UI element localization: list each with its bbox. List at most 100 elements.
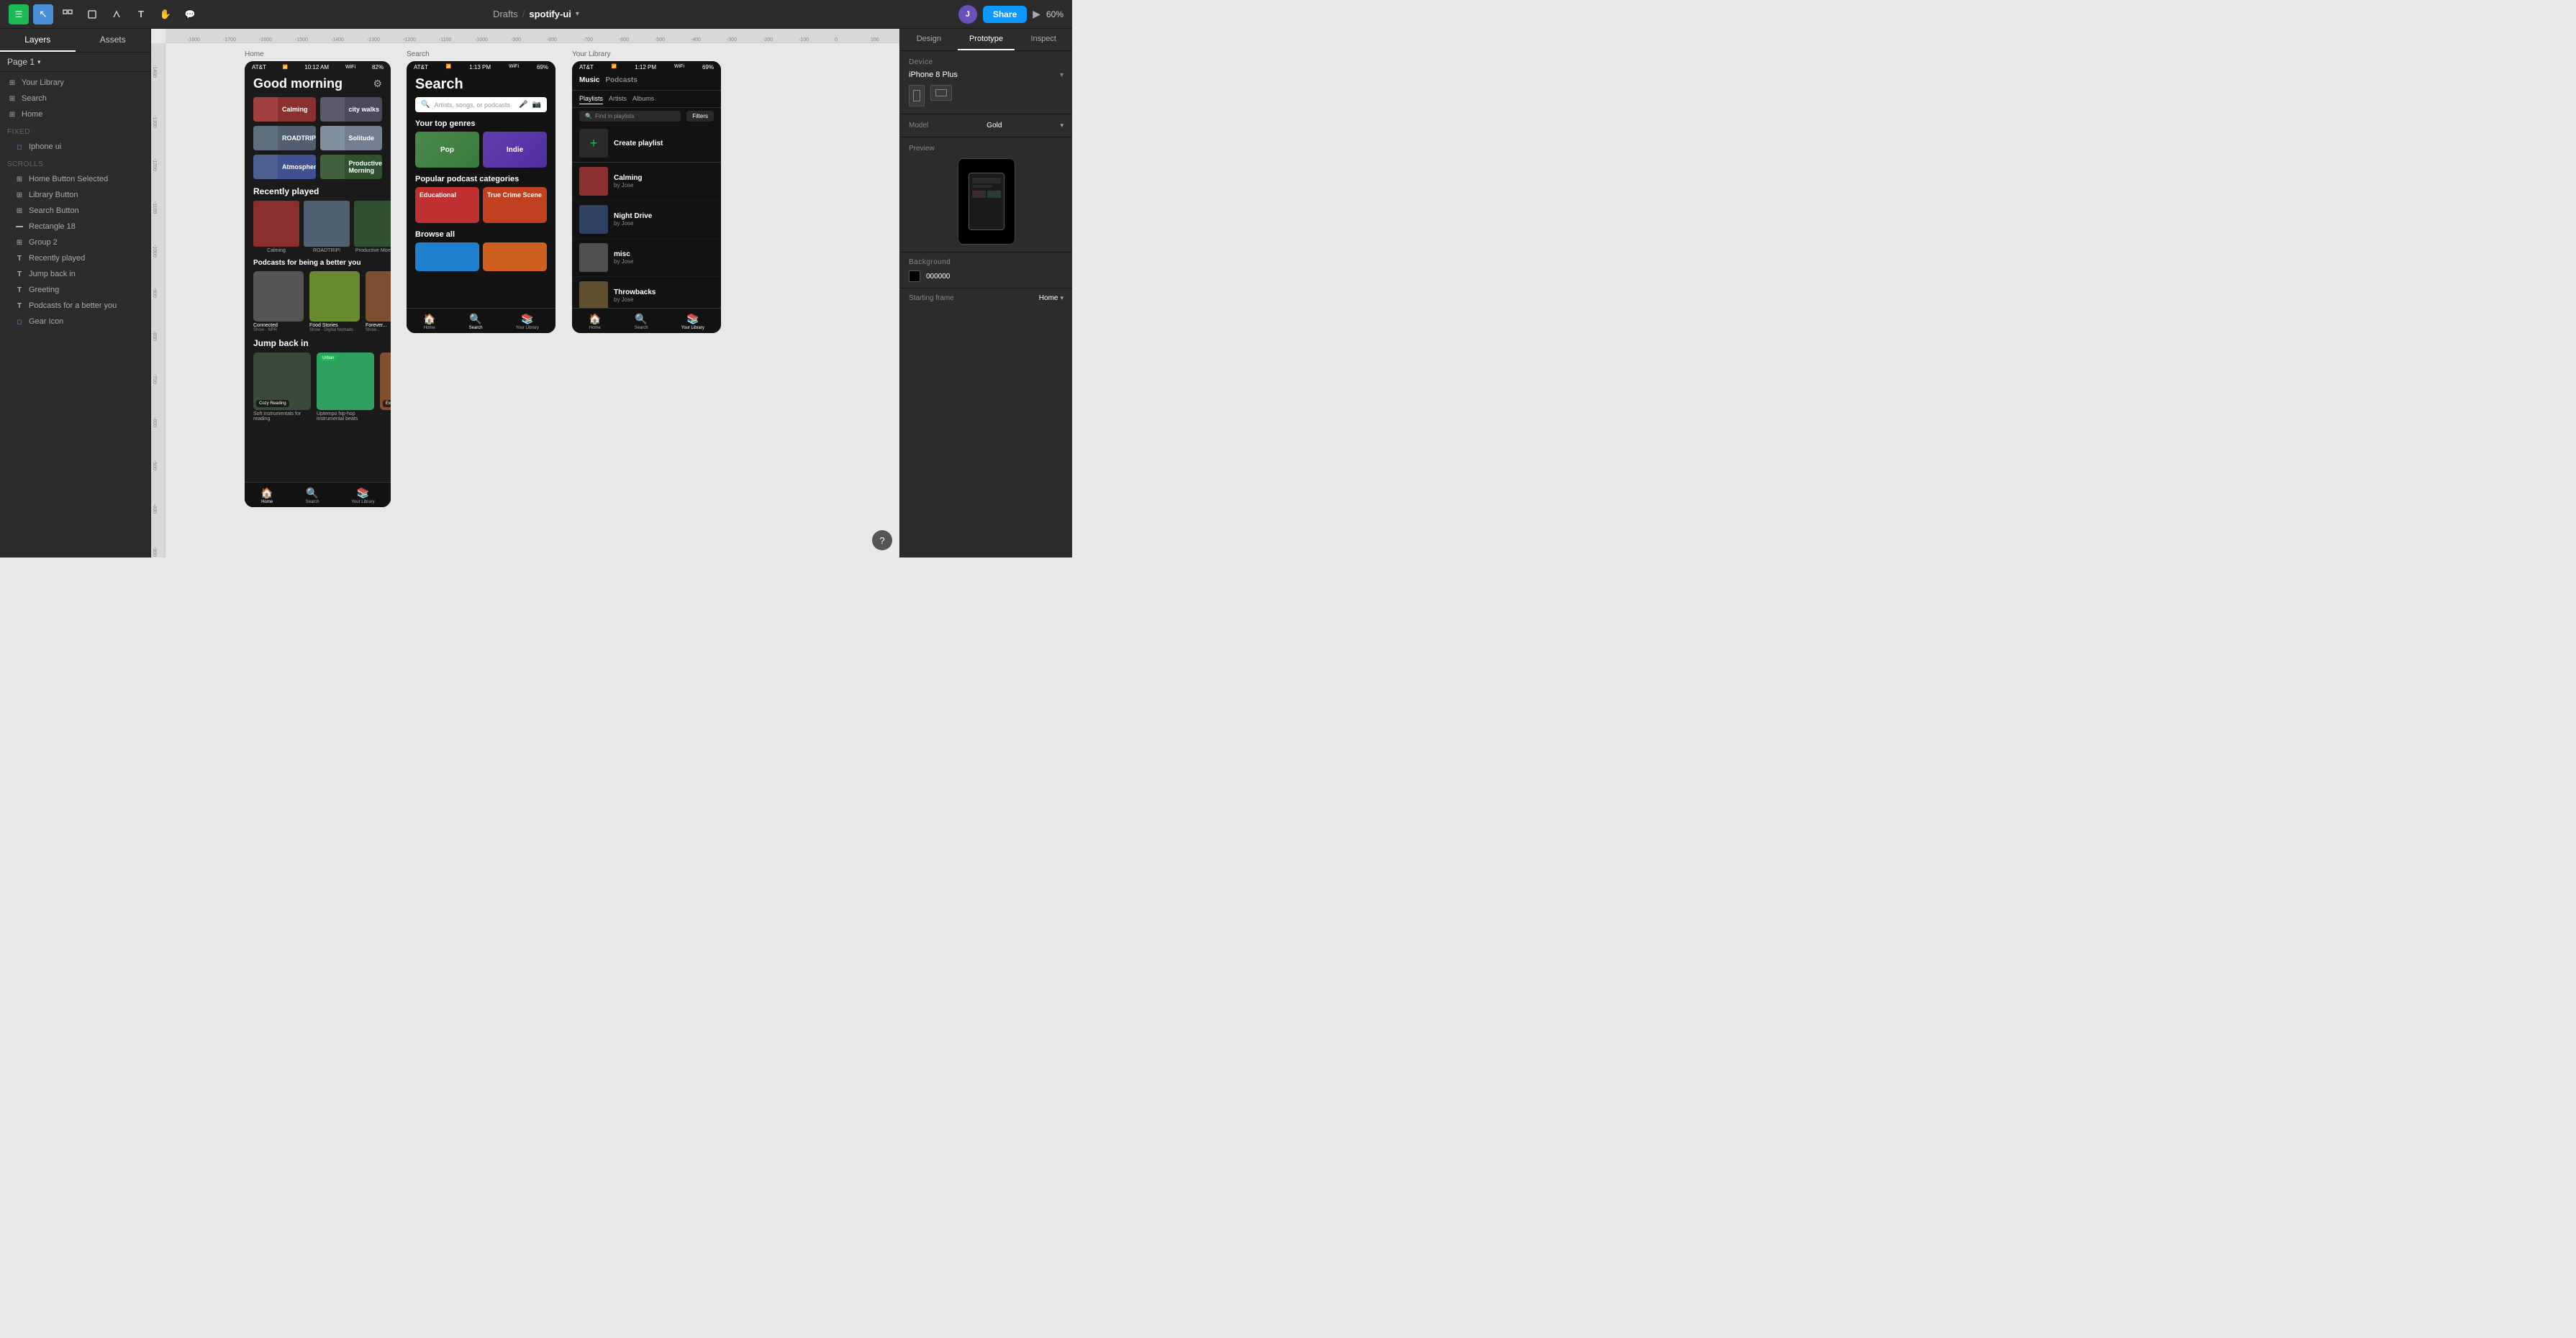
search-phone-frame[interactable]: AT&T 📶 1:13 PM WiFi 69% Search 🔍 Artists… (407, 61, 555, 333)
layer-iphone-ui[interactable]: ◻ Iphone ui (0, 139, 150, 155)
tab-assets[interactable]: Assets (76, 29, 151, 52)
tab-layers[interactable]: Layers (0, 29, 76, 52)
lib-item-title: Calming (614, 174, 642, 182)
genre-indie[interactable]: Indie (483, 132, 547, 168)
landscape-icon[interactable] (930, 85, 952, 101)
home-gear-icon[interactable]: ⚙ (373, 78, 382, 90)
device-selector[interactable]: iPhone 8 Plus ▾ (909, 70, 1063, 79)
user-avatar[interactable]: J (958, 5, 977, 24)
play-icon[interactable]: ▶ (1033, 8, 1040, 20)
jb-cozy-reading[interactable]: Cozy Reading Soft instrumentals for read… (253, 352, 311, 422)
lib-subtab-artists[interactable]: Artists (609, 94, 627, 104)
comment-tool-btn[interactable]: 💬 (180, 4, 200, 24)
text-icon: T (14, 301, 24, 311)
layer-label: Gear Icon (29, 317, 63, 326)
starting-frame-row: Starting frame Home ▾ (900, 288, 1072, 308)
podcast-cat-true-crime[interactable]: True Crime Scene (483, 187, 547, 223)
music-card-calming[interactable]: Calming (253, 97, 316, 122)
layer-recently-played[interactable]: T Recently played (0, 250, 150, 266)
browse-blue[interactable] (415, 242, 479, 271)
browse-orange[interactable] (483, 242, 547, 271)
search-input-bar[interactable]: 🔍 Artists, songs, or podcasts 🎤 📷 (415, 97, 547, 112)
lib-tab-podcasts[interactable]: Podcasts (605, 75, 637, 86)
lib-nav-library[interactable]: 📚 Your Library (681, 313, 704, 330)
menu-btn[interactable]: ☰ (9, 4, 29, 24)
nav-search[interactable]: 🔍 Search (306, 487, 319, 504)
layer-search[interactable]: ⊞ Search (0, 91, 150, 106)
lib-subtab-albums[interactable]: Albums (632, 94, 654, 104)
lib-item-night-drive[interactable]: Night Drive by Jose (572, 201, 721, 239)
music-card-productive[interactable]: Productive Morning (320, 155, 383, 179)
library-search-bar[interactable]: 🔍 Find in playlists (579, 111, 681, 122)
podcast-cat-educational[interactable]: Educational (415, 187, 479, 223)
library-nav-icon: 📚 (357, 487, 369, 499)
music-card-citywalks[interactable]: city walks (320, 97, 383, 122)
rp-item-productive[interactable]: Productive Morning (354, 201, 391, 253)
library-create-row[interactable]: + Create playlist (572, 124, 721, 163)
search-nav-library[interactable]: 📚 Your Library (516, 313, 539, 330)
lib-item-misc[interactable]: misc by Jose (572, 239, 721, 277)
lib-nav-search[interactable]: 🔍 Search (635, 313, 648, 330)
share-button[interactable]: Share (983, 6, 1027, 23)
layer-gear-icon[interactable]: ◻ Gear Icon (0, 314, 150, 329)
model-value[interactable]: Gold (987, 122, 1002, 129)
layer-search-btn[interactable]: ⊞ Search Button (0, 203, 150, 219)
layer-jump-back-in[interactable]: T Jump back in (0, 266, 150, 282)
layer-home-btn-selected[interactable]: ⊞ Home Button Selected (0, 171, 150, 187)
layer-library-btn[interactable]: ⊞ Library Button (0, 187, 150, 203)
library-icon: 📚 (686, 313, 699, 325)
library-phone-frame[interactable]: AT&T 📶 1:12 PM WiFi 69% Music Podcasts (572, 61, 721, 333)
library-filters-btn[interactable]: Filters (686, 111, 714, 122)
lib-subtab-playlists[interactable]: Playlists (579, 94, 603, 104)
hand-tool-btn[interactable]: ✋ (155, 4, 176, 24)
layer-your-library[interactable]: ⊞ Your Library (0, 75, 150, 91)
layer-label: Rectangle 18 (29, 222, 76, 231)
lib-nav-home[interactable]: 🏠 Home (589, 313, 601, 330)
jump-back-row: Cozy Reading Soft instrumentals for read… (245, 350, 391, 424)
lib-tab-music[interactable]: Music (579, 75, 599, 86)
genre-pop[interactable]: Pop (415, 132, 479, 168)
rp-item-calming[interactable]: Calming (253, 201, 299, 253)
dropdown-icon[interactable]: ▾ (576, 10, 579, 18)
layer-group2[interactable]: ⊞ Group 2 (0, 235, 150, 250)
portrait-icon[interactable] (909, 85, 925, 106)
home-phone-frame[interactable]: AT&T 📶 10:12 AM WiFi 82% Good morning ⚙ (245, 61, 391, 507)
layer-rect18[interactable]: Rectangle 18 (0, 219, 150, 235)
music-card-roadtrip[interactable]: ROADTRIP! (253, 126, 316, 150)
lib-item-calming[interactable]: Calming by Jose (572, 163, 721, 201)
pen-tool-btn[interactable] (106, 4, 127, 24)
search-nav-search-label: Search (469, 326, 483, 330)
podcast-name: Forever... (366, 323, 391, 328)
search-nav-search[interactable]: 🔍 Search (469, 313, 483, 330)
bg-color-swatch[interactable] (909, 270, 920, 282)
nav-home[interactable]: 🏠 Home (260, 487, 273, 504)
frame-tool-btn[interactable] (58, 4, 78, 24)
jb-urban[interactable]: Urban Uptempo hip-hop instrumental beats (317, 352, 374, 422)
search-nav-home[interactable]: 🏠 Home (423, 313, 435, 330)
music-card-atmospheric[interactable]: Atmospheric (253, 155, 316, 179)
jb-explore[interactable]: Expe... (380, 352, 391, 422)
podcast-forever[interactable]: Forever... Show... (366, 271, 391, 332)
layer-podcasts[interactable]: T Podcasts for a better you (0, 298, 150, 314)
podcast-connected[interactable]: Connected Show · NPR (253, 271, 304, 332)
zoom-level[interactable]: 60% (1046, 9, 1063, 19)
tab-inspect[interactable]: Inspect (1015, 29, 1072, 50)
text-tool-btn[interactable]: T (131, 4, 151, 24)
page-selector[interactable]: Page 1 ▾ (0, 53, 150, 72)
layer-greeting[interactable]: T Greeting (0, 282, 150, 298)
nav-home-label: Home (261, 500, 273, 504)
layer-label: Group 2 (29, 238, 58, 247)
tab-design[interactable]: Design (900, 29, 958, 50)
podcast-food-stories[interactable]: Food Stories Show · Digital Nomads (309, 271, 360, 332)
help-button[interactable]: ? (872, 530, 892, 550)
starting-frame-value-row[interactable]: Home ▾ (1039, 294, 1063, 302)
bg-hex-value: 000000 (926, 273, 950, 281)
select-tool-btn[interactable]: ↖ (33, 4, 53, 24)
tab-prototype[interactable]: Prototype (958, 29, 1015, 50)
layer-home[interactable]: ⊞ Home (0, 106, 150, 122)
rp-item-roadtrip[interactable]: ROADTRIP! (304, 201, 350, 253)
search-nav-home-label: Home (424, 326, 435, 330)
nav-library[interactable]: 📚 Your Library (351, 487, 374, 504)
music-card-solitude[interactable]: Solitude (320, 126, 383, 150)
shape-tool-btn[interactable] (82, 4, 102, 24)
